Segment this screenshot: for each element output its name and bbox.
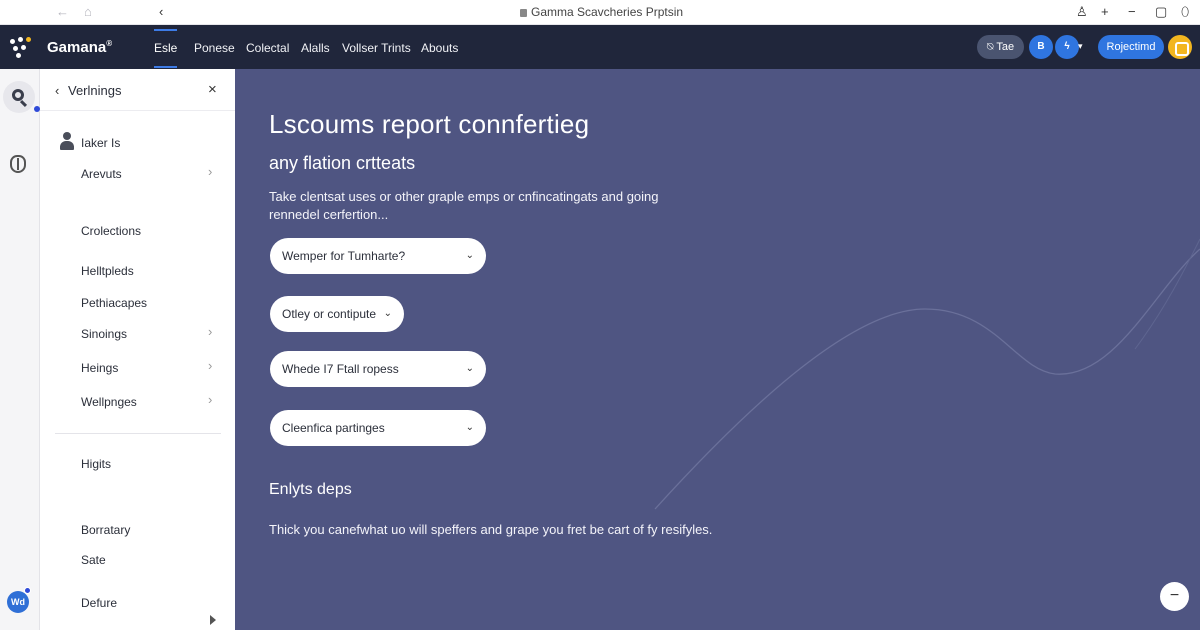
pin-icon: ⍉ xyxy=(986,41,997,53)
browser-title: Gamma Scavcheries Prptsin xyxy=(520,5,683,19)
chevron-down-icon: ⌄ xyxy=(465,250,474,261)
back-icon[interactable]: ‹ xyxy=(55,83,59,98)
panel-item-sate[interactable]: Sate xyxy=(81,553,106,567)
panel-item-sinoings[interactable]: Sinoings xyxy=(81,327,127,341)
square-icon[interactable] xyxy=(1168,35,1192,59)
nav-item-colectal[interactable]: Colectal xyxy=(246,41,289,55)
panel-item-borratary[interactable]: Borratary xyxy=(81,523,130,537)
nav-item-abouts[interactable]: Abouts xyxy=(421,41,458,55)
page-description: Take clentsat uses or other graple emps … xyxy=(269,189,659,222)
settings-panel: ‹ Verlnings × Iaker Is Arevuts › Crolect… xyxy=(40,69,235,630)
lock-icon xyxy=(520,9,527,17)
select-wemper[interactable]: Wemper for Tumharte? ⌄ xyxy=(270,238,486,274)
cta-button[interactable]: Rojectimd xyxy=(1098,35,1164,59)
home-icon[interactable]: ⌂ xyxy=(84,4,92,20)
nav-item-esle[interactable]: Esle xyxy=(154,29,178,68)
chevron-down-icon: ⌄ xyxy=(465,422,474,433)
chevron-left-icon[interactable]: ‹ xyxy=(159,4,163,20)
panel-item-iaker-is[interactable]: Iaker Is xyxy=(81,136,120,150)
avatar[interactable]: Wd xyxy=(7,591,29,613)
page-title: Lscoums report connfertieg xyxy=(269,109,590,139)
panel-item-heings[interactable]: Heings xyxy=(81,361,118,375)
nav-item-ponese[interactable]: Ponese xyxy=(194,41,235,55)
chevron-right-icon: › xyxy=(208,164,213,179)
panel-item-defure[interactable]: Defure xyxy=(81,596,117,610)
main-content: Lscoums report connfertieg any flation c… xyxy=(235,69,1200,630)
chevron-down-icon: ⌄ xyxy=(465,363,474,374)
shield-outline-icon[interactable]: ⬯ xyxy=(1181,4,1189,20)
panel-item-crolections[interactable]: Crolections xyxy=(81,224,141,238)
user-icon xyxy=(60,132,74,150)
b-button[interactable]: B xyxy=(1029,35,1053,59)
chevron-down-icon[interactable]: ▾ xyxy=(1078,41,1083,52)
zoom-out-button[interactable]: − xyxy=(1160,582,1189,611)
panel-item-higits[interactable]: Higits xyxy=(81,457,111,471)
search-icon[interactable] xyxy=(3,81,35,113)
plus-icon[interactable]: + xyxy=(1101,4,1109,20)
logo-icon xyxy=(10,37,32,59)
page-subtitle: any flation crtteats xyxy=(269,153,416,173)
chevron-right-icon: › xyxy=(208,324,213,339)
panel-title: Verlnings xyxy=(68,83,122,98)
section-text: Thick you canefwhat uo will speffers and… xyxy=(269,522,713,537)
close-icon[interactable]: × xyxy=(208,81,217,98)
panel-header: ‹ Verlnings × xyxy=(40,69,235,111)
select-otley[interactable]: Otley or contipute ⌄ xyxy=(270,296,404,332)
panel-item-pethiacapes[interactable]: Pethiacapes xyxy=(81,296,147,310)
chevron-right-icon: › xyxy=(208,358,213,373)
browser-chrome: ← ⌂ ‹ Gamma Scavcheries Prptsin ♙ + − ▢ … xyxy=(0,0,1200,25)
arrow-left-icon[interactable]: ← xyxy=(56,4,69,20)
section-title: Enlyts deps xyxy=(269,481,352,498)
top-navigation: Gamana® Esle Ponese Colectal Alalls Voll… xyxy=(0,25,1200,69)
person-icon[interactable]: ♙ xyxy=(1076,4,1088,20)
panel-divider xyxy=(55,433,221,434)
brand-name[interactable]: Gamana® xyxy=(47,39,112,56)
caret-right-icon[interactable] xyxy=(210,615,216,625)
chevron-right-icon: › xyxy=(208,392,213,407)
bolt-icon[interactable]: ϟ xyxy=(1055,35,1079,59)
select-cleenfica[interactable]: Cleenfica partinges ⌄ xyxy=(270,410,486,446)
shield-icon[interactable] xyxy=(10,155,26,173)
chevron-down-icon: ⌄ xyxy=(383,308,392,319)
nav-item-vollser-trints[interactable]: Vollser Trints xyxy=(342,41,411,55)
select-whede[interactable]: Whede I7 Ftall ropess ⌄ xyxy=(270,351,486,387)
tae-button[interactable]: ⍉ Tae xyxy=(977,35,1024,59)
icon-rail: Wd xyxy=(0,69,40,630)
panel-item-helltpleds[interactable]: Helltpleds xyxy=(81,264,134,278)
panel-item-arevuts[interactable]: Arevuts xyxy=(81,167,122,181)
restore-icon[interactable]: ▢ xyxy=(1155,4,1167,20)
avatar-badge xyxy=(24,587,31,594)
panel-item-wellpnges[interactable]: Wellpnges xyxy=(81,395,137,409)
minimize-icon[interactable]: − xyxy=(1128,4,1136,20)
nav-item-alalls[interactable]: Alalls xyxy=(301,41,330,55)
